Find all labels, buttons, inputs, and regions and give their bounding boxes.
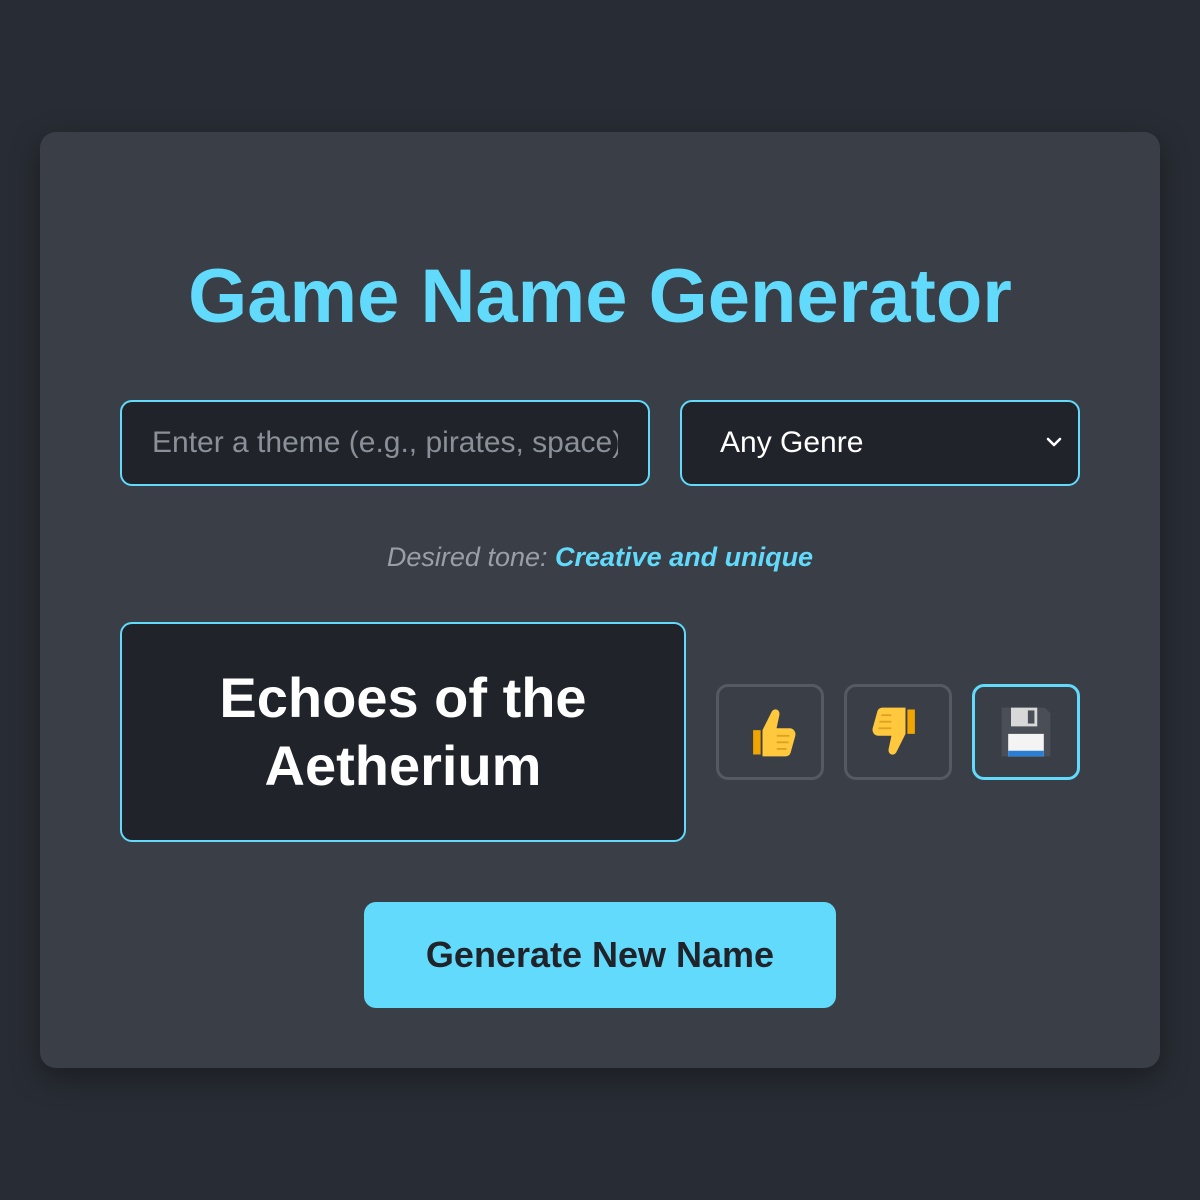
thumbs-down-icon bbox=[872, 707, 915, 755]
generate-name-button[interactable]: Generate New Name bbox=[364, 902, 836, 1008]
chevron-down-icon bbox=[1046, 437, 1062, 447]
like-button[interactable] bbox=[716, 684, 824, 780]
dislike-button[interactable] bbox=[844, 684, 952, 780]
theme-input[interactable] bbox=[120, 400, 650, 486]
tone-line: Desired tone: Creative and unique bbox=[40, 542, 1160, 573]
floppy-disk-icon bbox=[1001, 707, 1051, 757]
generated-name-box: Echoes of the Aetherium bbox=[120, 622, 686, 842]
thumbs-up-icon bbox=[753, 709, 796, 757]
tone-label: Desired tone: bbox=[386, 542, 548, 572]
genre-select[interactable]: Any Genre bbox=[680, 400, 1080, 486]
save-button[interactable] bbox=[972, 684, 1080, 780]
tone-value: Creative and unique bbox=[555, 542, 814, 572]
page-title: Game Name Generator bbox=[188, 254, 1012, 339]
genre-selected-value: Any Genre bbox=[720, 426, 864, 459]
generated-name: Echoes of the Aetherium bbox=[219, 666, 587, 797]
generator-card: Game Name Generator Any Genre Desired to… bbox=[40, 132, 1160, 1068]
